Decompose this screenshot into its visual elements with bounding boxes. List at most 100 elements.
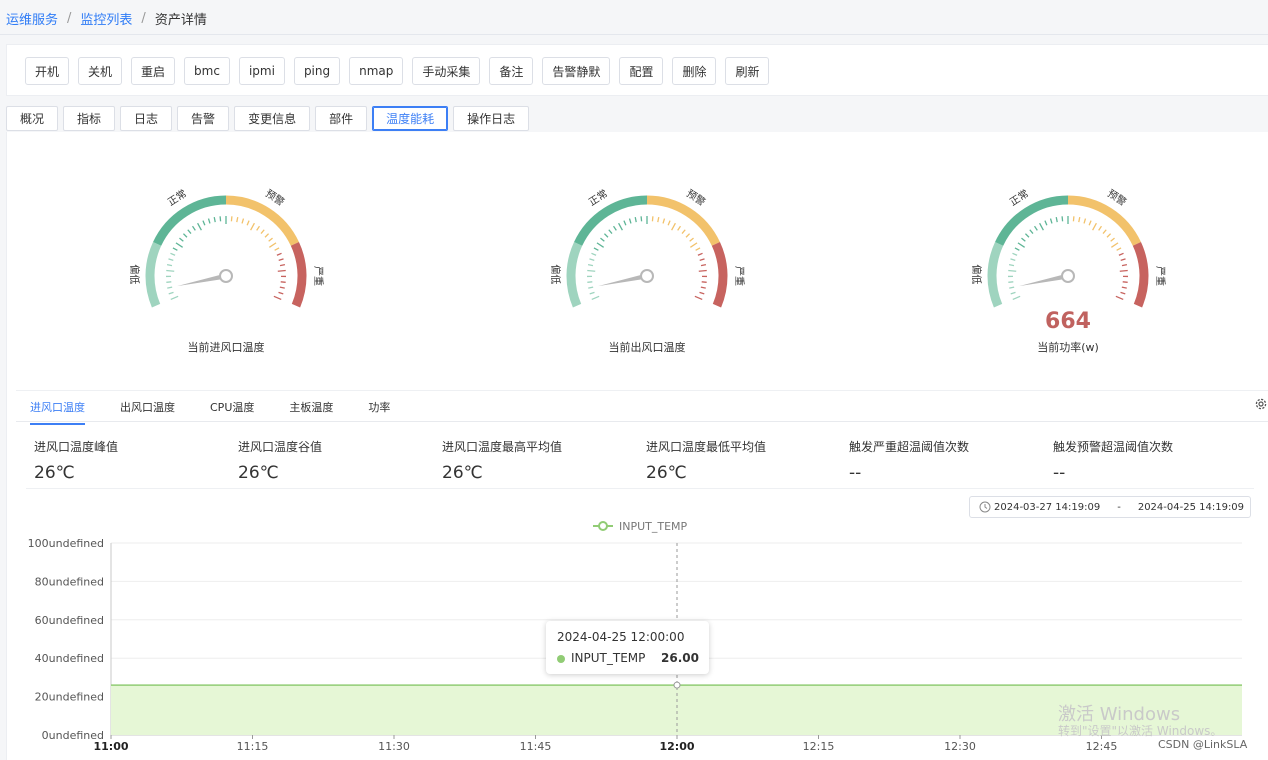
gauge-tick [168, 291, 174, 295]
gauge-tick [264, 233, 270, 238]
gauge-tick [589, 258, 595, 261]
gauge-tick [1008, 264, 1015, 267]
gauge-tick [172, 247, 178, 251]
legend-label[interactable]: INPUT_TEMP [619, 520, 688, 533]
tab-alerts[interactable]: 告警 [177, 106, 230, 131]
metric-tab-cpu-temp[interactable]: CPU温度 [210, 399, 254, 425]
gauge-tick [1008, 269, 1017, 272]
restart-button[interactable]: 重启 [131, 57, 176, 85]
gauge-tick [657, 217, 660, 223]
gauge-tick [256, 225, 261, 231]
date-range-end[interactable]: 2024-04-25 14:19:09 [1138, 502, 1244, 513]
gauge-tick [588, 286, 594, 289]
gauge-tick [273, 295, 282, 301]
config-button[interactable]: 配置 [619, 57, 664, 85]
gauge-tick [250, 222, 255, 231]
bmc-button[interactable]: bmc [184, 57, 230, 85]
power-on-button[interactable]: 开机 [25, 57, 70, 85]
gauge-tick [1121, 286, 1127, 289]
metric-tab-board-temp[interactable]: 主板温度 [289, 399, 333, 425]
gauge-tick [1010, 258, 1016, 261]
gauge-tick [662, 218, 666, 224]
gauge-tick [246, 220, 250, 226]
gauge-tick [279, 286, 285, 289]
refresh-button[interactable]: 刷新 [725, 57, 770, 85]
gauge-tick [1078, 217, 1081, 223]
gauge-tick [671, 222, 676, 231]
delete-button[interactable]: 删除 [672, 57, 717, 85]
gauge-tick [1121, 264, 1128, 267]
gauge-tick [1120, 258, 1126, 261]
gauge-tick [166, 281, 172, 283]
metric-tab-power[interactable]: 功率 [368, 399, 390, 425]
gauge-tick [587, 269, 596, 272]
gauge-tick [1116, 247, 1122, 251]
manual-collect-button[interactable]: 手动采集 [412, 57, 481, 85]
gauge-tick [608, 229, 613, 235]
gauge-tick [587, 281, 593, 283]
gauge-arc-low [987, 241, 1004, 308]
breadcrumb-monitor-list[interactable]: 监控列表 [80, 9, 132, 28]
stats-divider [26, 488, 1254, 489]
stats-row: 进风口温度峰值 26℃ 进风口温度谷值 26℃ 进风口温度最高平均值 26℃ 进… [34, 438, 1254, 488]
stat-min-avg: 进风口温度最低平均值 26℃ [646, 438, 766, 483]
gauge-zone-label: 严重 [733, 266, 746, 286]
tab-temperature-energy[interactable]: 温度能耗 [372, 106, 449, 131]
gauge-zone-label: 偏低 [970, 264, 983, 284]
tab-metrics[interactable]: 指标 [63, 106, 116, 131]
gauge-tick [166, 269, 175, 272]
gauge-tick [1119, 269, 1128, 272]
tab-components[interactable]: 部件 [315, 106, 368, 131]
gauge-dial: 偏低 正常 预警严重 [549, 187, 746, 308]
clock-icon [979, 501, 991, 513]
gauge-dial: 偏低 正常 预警严重 [128, 187, 325, 308]
breadcrumb-ops-service[interactable]: 运维服务 [6, 9, 58, 28]
gauge-tick [276, 252, 282, 256]
note-button[interactable]: 备注 [489, 57, 534, 85]
tooltip-series-value: 26.00 [661, 651, 699, 665]
gauge-tick [241, 218, 245, 224]
gauge-tick [677, 225, 682, 231]
gauge-tick [1029, 229, 1034, 235]
power-off-button[interactable]: 关机 [78, 57, 123, 85]
gauge-arc-low [566, 241, 583, 308]
stat-label: 进风口温度最高平均值 [442, 440, 563, 454]
date-range-start[interactable]: 2024-03-27 14:19:09 [994, 502, 1100, 513]
gauge-tick [1111, 242, 1119, 248]
stat-valley: 进风口温度谷值 26℃ [238, 438, 322, 483]
x-tick-label: 12:30 [944, 740, 976, 753]
tab-change-info[interactable]: 变更信息 [234, 106, 311, 131]
tooltip-series-dot [557, 655, 565, 663]
gauge-tick [175, 242, 183, 248]
gauge-tick [1009, 286, 1015, 289]
tab-operation-log[interactable]: 操作日志 [453, 106, 530, 131]
ipmi-button[interactable]: ipmi [238, 57, 285, 85]
stat-peak: 进风口温度峰值 26℃ [34, 438, 118, 483]
stat-severe-count: 触发严重超温阈值次数 -- [849, 438, 969, 483]
alert-silence-button[interactable]: 告警静默 [542, 57, 611, 85]
metric-tab-outlet-temp[interactable]: 出风口温度 [120, 399, 175, 425]
nmap-button[interactable]: nmap [349, 57, 404, 85]
gauge-tick [699, 258, 705, 261]
settings-icon[interactable] [1254, 397, 1268, 411]
gauge-pivot [640, 269, 654, 283]
gauge-tick [236, 217, 239, 223]
gauge-pivot [1061, 269, 1075, 283]
gauge-tick [1122, 281, 1128, 283]
gauge-tick [698, 269, 707, 272]
tab-logs[interactable]: 日志 [120, 106, 173, 131]
metric-tab-inlet-temp[interactable]: 进风口温度 [30, 399, 85, 425]
gauge-tick [694, 295, 703, 301]
ping-button[interactable]: ping [293, 57, 341, 85]
gauge-zone-label: 正常 [586, 187, 610, 209]
legend-marker[interactable] [598, 521, 608, 531]
gauge-tick [170, 295, 179, 301]
inlet-temperature-caption: 当前进风口温度 [187, 341, 265, 354]
gauge-zone-label: 正常 [1007, 187, 1031, 209]
gauge-tick [213, 217, 216, 223]
gauge-tick [182, 233, 188, 238]
gauge-tick [279, 264, 286, 267]
stat-label: 进风口温度峰值 [34, 440, 119, 454]
tab-overview[interactable]: 概况 [6, 106, 59, 131]
gauge-tick [170, 252, 176, 256]
